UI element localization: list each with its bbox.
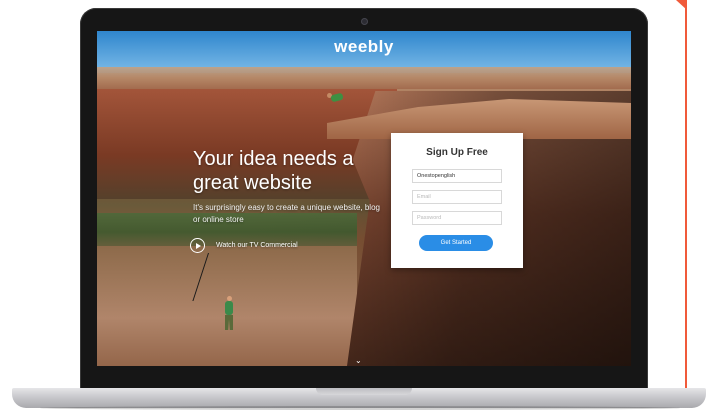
name-field[interactable]	[412, 169, 502, 183]
hero-subtext: It's surprisingly easy to create a uniqu…	[193, 203, 380, 224]
camera-icon	[361, 18, 368, 25]
page-edge-accent	[685, 0, 687, 392]
signup-card: Sign Up Free Get Started	[391, 133, 523, 268]
password-field[interactable]	[412, 211, 502, 225]
laptop-screen: weebly Your idea needs a great website I…	[97, 31, 631, 366]
laptop-hinge-notch	[316, 388, 412, 395]
climber-top-image	[327, 92, 347, 104]
get-started-button[interactable]: Get Started	[419, 235, 493, 251]
signup-title: Sign Up Free	[426, 147, 488, 158]
climber-bottom-image	[223, 296, 235, 330]
email-field[interactable]	[412, 190, 502, 204]
play-icon[interactable]	[190, 238, 205, 253]
weebly-logo[interactable]: weebly	[97, 37, 631, 57]
page-corner-accent	[676, 0, 687, 10]
hero-headline: Your idea needs a great website	[193, 148, 354, 194]
watch-commercial-link[interactable]: Watch our TV Commercial	[216, 241, 298, 251]
laptop-shadow	[40, 406, 680, 410]
chevron-down-icon[interactable]: ⌄	[355, 357, 363, 365]
hero-mesa	[97, 67, 631, 89]
